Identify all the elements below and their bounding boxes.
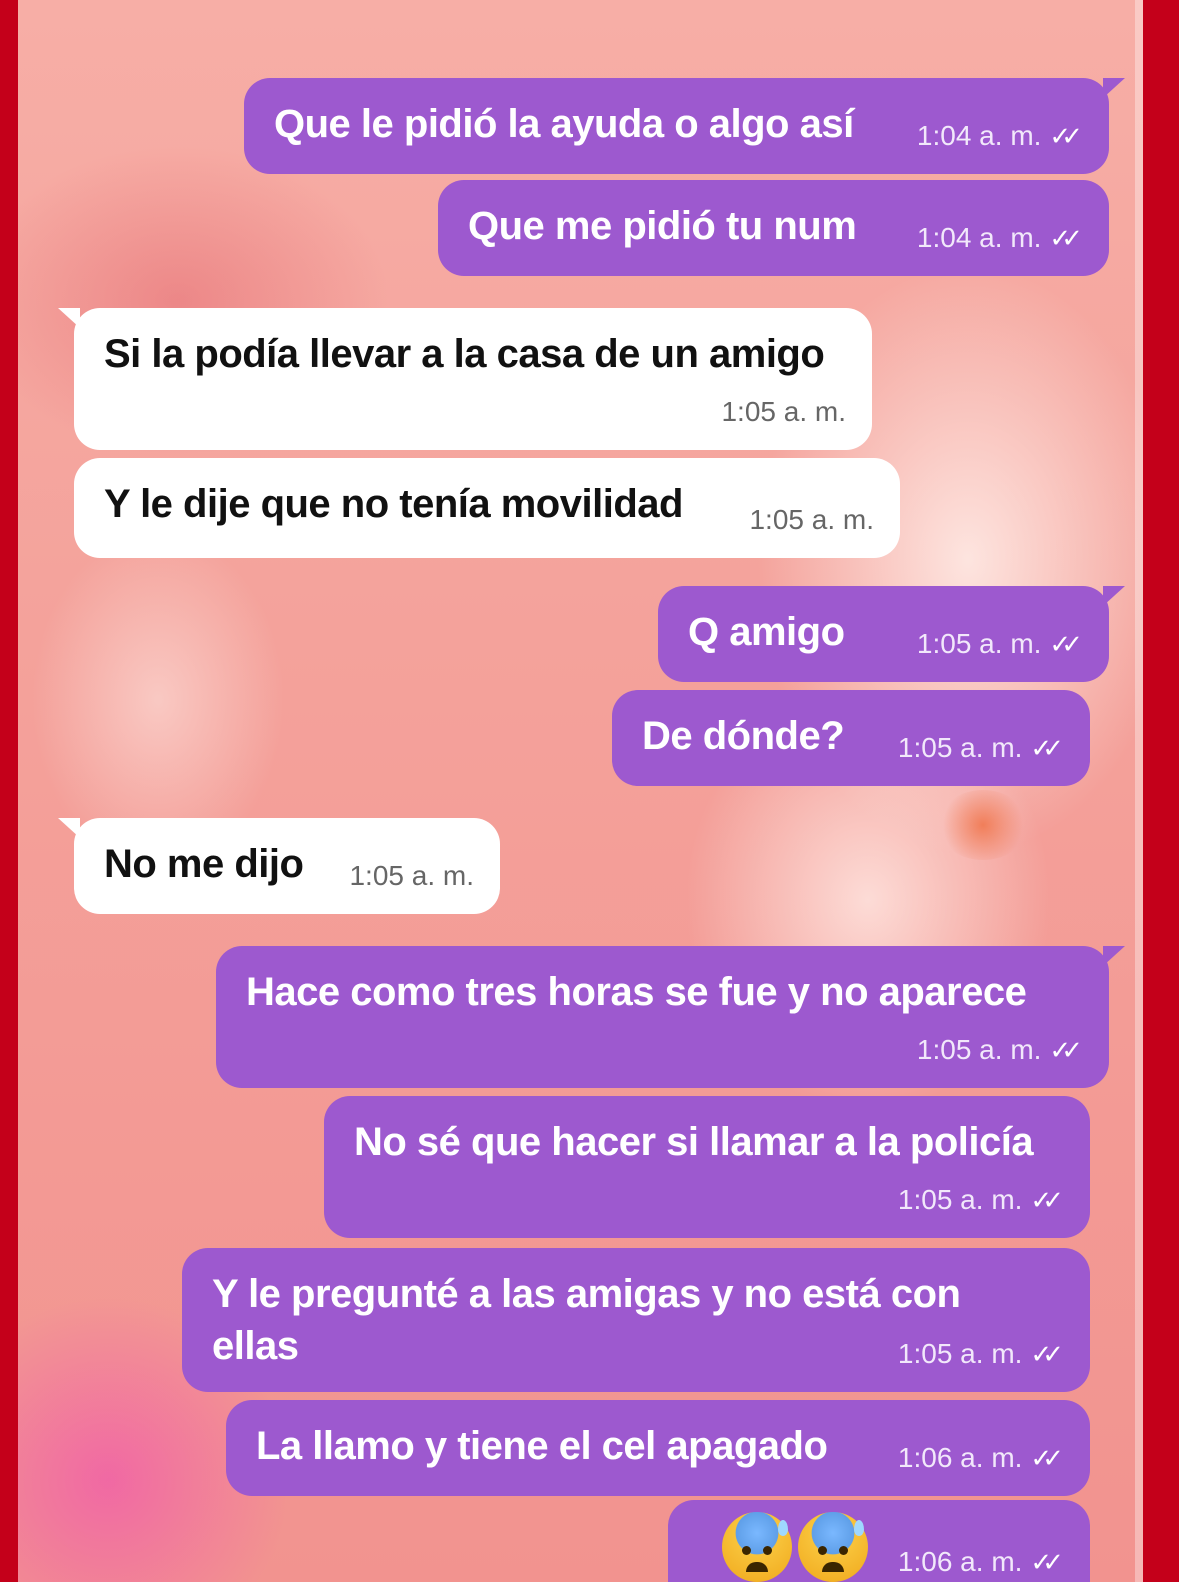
read-receipt-icon: ✓✓ — [1049, 121, 1082, 151]
message-text: Hace como tres horas se fue y no aparece — [246, 970, 1027, 1014]
message-incoming[interactable]: No me dijo 1:05 a. m. — [58, 818, 500, 914]
message-meta: 1:05 a. m. — [721, 386, 846, 438]
read-receipt-icon: ✓✓ — [1030, 1339, 1063, 1369]
message-meta: 1:06 a. m. ✓✓ — [898, 1536, 1064, 1582]
message-text: No sé que hacer si llamar a la policía — [354, 1120, 1034, 1164]
message-outgoing[interactable]: Q amigo 1:05 a. m. ✓✓ — [658, 586, 1125, 682]
chat-screen: Que le pidió la ayuda o algo así 1:04 a.… — [18, 0, 1143, 1582]
message-outgoing-emoji[interactable]: 1:06 a. m. ✓✓ — [668, 1500, 1090, 1582]
read-receipt-icon: ✓✓ — [1049, 629, 1082, 659]
read-receipt-icon: ✓✓ — [1049, 1035, 1082, 1065]
read-receipt-icon: ✓✓ — [1049, 223, 1082, 253]
wallpaper-flower — [938, 790, 1028, 860]
message-time: 1:05 a. m. — [897, 732, 1023, 763]
message-outgoing[interactable]: Y le pregunté a las amigas y no está con… — [182, 1248, 1090, 1392]
message-meta: 1:05 a. m. ✓✓ — [917, 1024, 1083, 1076]
message-time: 1:05 a. m. — [916, 628, 1042, 659]
message-outgoing[interactable]: No sé que hacer si llamar a la policía 1… — [324, 1096, 1090, 1238]
message-time: 1:05 a. m. — [749, 504, 874, 535]
message-meta: 1:05 a. m. ✓✓ — [898, 1328, 1064, 1380]
message-meta: 1:05 a. m. ✓✓ — [917, 618, 1083, 670]
message-time: 1:06 a. m. — [897, 1546, 1023, 1577]
message-incoming[interactable]: Si la podía llevar a la casa de un amigo… — [58, 308, 872, 450]
read-receipt-icon: ✓✓ — [1030, 1547, 1063, 1577]
message-outgoing[interactable]: Que me pidió tu num 1:04 a. m. ✓✓ — [438, 180, 1109, 276]
message-meta: 1:04 a. m. ✓✓ — [917, 212, 1083, 264]
message-time: 1:04 a. m. — [916, 120, 1042, 151]
message-meta: 1:04 a. m. ✓✓ — [917, 110, 1083, 162]
message-incoming[interactable]: Y le dije que no tenía movilidad 1:05 a.… — [74, 458, 900, 558]
read-receipt-icon: ✓✓ — [1030, 1185, 1063, 1215]
read-receipt-icon: ✓✓ — [1030, 733, 1063, 763]
message-outgoing[interactable]: La llamo y tiene el cel apagado 1:06 a. … — [226, 1400, 1090, 1496]
message-time: 1:05 a. m. — [721, 396, 846, 427]
message-time: 1:05 a. m. — [897, 1184, 1023, 1215]
message-time: 1:05 a. m. — [916, 1034, 1042, 1065]
message-meta: 1:05 a. m. — [349, 850, 474, 902]
message-time: 1:05 a. m. — [349, 860, 474, 891]
message-time: 1:06 a. m. — [897, 1442, 1023, 1473]
message-time: 1:04 a. m. — [916, 222, 1042, 253]
message-outgoing[interactable]: De dónde? 1:05 a. m. ✓✓ — [612, 690, 1090, 786]
message-outgoing[interactable]: Que le pidió la ayuda o algo así 1:04 a.… — [244, 78, 1125, 174]
message-meta: 1:06 a. m. ✓✓ — [898, 1432, 1064, 1484]
anxious-face-with-sweat-icon — [722, 1512, 792, 1582]
edge-strip — [1135, 0, 1143, 1582]
message-outgoing[interactable]: Hace como tres horas se fue y no aparece… — [216, 946, 1125, 1088]
message-time: 1:05 a. m. — [897, 1338, 1023, 1369]
message-meta: 1:05 a. m. — [749, 494, 874, 546]
anxious-face-with-sweat-icon — [798, 1512, 868, 1582]
read-receipt-icon: ✓✓ — [1030, 1443, 1063, 1473]
message-meta: 1:05 a. m. ✓✓ — [898, 1174, 1064, 1226]
message-meta: 1:05 a. m. ✓✓ — [898, 722, 1064, 774]
message-text: Si la podía llevar a la casa de un amigo — [104, 332, 825, 376]
